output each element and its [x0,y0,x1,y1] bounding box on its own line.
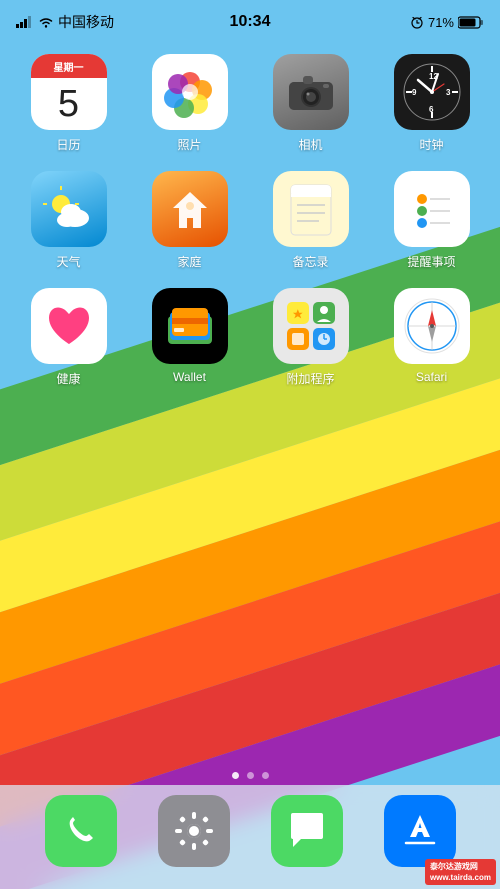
reminders-glyph-icon [406,181,458,237]
safari-label: Safari [416,370,447,384]
weather-icon[interactable] [31,171,107,247]
svg-text:6: 6 [429,105,434,114]
battery-percent: 71% [428,15,454,30]
wallet-glyph-icon [160,296,220,356]
home-icon[interactable] [152,171,228,247]
camera-glyph-icon [287,72,335,112]
app-calendar[interactable]: 星期一 5 日历 [12,54,125,153]
app-home[interactable]: 家庭 [133,171,246,270]
notes-icon[interactable] [273,171,349,247]
calendar-label: 日历 [56,136,80,153]
wallet-label: Wallet [173,370,206,384]
app-reminders[interactable]: 提醒事项 [375,171,488,270]
appstore-dock-icon[interactable] [384,795,456,867]
notes-glyph-icon [285,181,337,237]
dot-3 [262,772,269,779]
dot-1 [232,772,239,779]
app-camera[interactable]: 相机 [254,54,367,153]
calendar-day-label: 星期一 [54,59,84,74]
photos-label: 照片 [177,136,201,153]
app-safari[interactable]: Safari [375,288,488,387]
extras-icon[interactable] [273,288,349,364]
status-bar: 中国移动 10:34 71% [0,0,500,44]
notes-label: 备忘录 [292,253,328,270]
page-dots [0,772,500,779]
camera-icon[interactable] [273,54,349,130]
dock-settings[interactable] [158,795,230,867]
dock-appstore[interactable] [384,795,456,867]
reminders-label: 提醒事项 [407,253,455,270]
messages-dock-icon[interactable] [271,795,343,867]
watermark: 泰尔达游戏网www.tairda.com [425,859,496,885]
wallet-icon[interactable] [152,288,228,364]
app-health[interactable]: 健康 [12,288,125,387]
safari-icon[interactable] [394,288,470,364]
status-right: 71% [410,15,484,30]
health-icon[interactable] [31,288,107,364]
status-time: 10:34 [230,13,271,31]
clock-icon[interactable]: 12 3 6 9 [394,54,470,130]
extras-label: 附加程序 [286,370,334,387]
extras-glyph-icon [281,296,341,356]
dot-2 [247,772,254,779]
svg-text:3: 3 [446,88,451,97]
app-clock[interactable]: 12 3 6 9 时钟 [375,54,488,153]
health-glyph-icon [39,296,99,356]
appstore-glyph-icon [398,809,442,853]
app-photos[interactable]: 照片 [133,54,246,153]
calendar-icon[interactable]: 星期一 5 [31,54,107,130]
carrier-label: 中国移动 [58,12,114,32]
reminders-icon[interactable] [394,171,470,247]
app-wallet[interactable]: Wallet [133,288,246,387]
home-glyph-icon [165,184,215,234]
calendar-date: 5 [58,85,79,123]
clock-face-icon: 12 3 6 9 [402,62,462,122]
dock-phone[interactable] [45,795,117,867]
svg-text:9: 9 [412,88,417,97]
safari-glyph-icon [402,296,462,356]
signal-icon [16,16,34,28]
app-weather[interactable]: 天气 [12,171,125,270]
alarm-icon [410,15,424,29]
app-grid: 星期一 5 日历 照片 [0,44,500,397]
settings-dock-icon[interactable] [158,795,230,867]
dock-messages[interactable] [271,795,343,867]
phone-dock-icon[interactable] [45,795,117,867]
status-left: 中国移动 [16,12,114,32]
app-extras[interactable]: 附加程序 [254,288,367,387]
settings-glyph-icon [172,809,216,853]
battery-icon [458,16,484,29]
weather-label: 天气 [56,253,80,270]
clock-label: 时钟 [419,136,443,153]
photos-icon[interactable] [152,54,228,130]
health-label: 健康 [56,370,80,387]
camera-label: 相机 [298,136,322,153]
app-notes[interactable]: 备忘录 [254,171,367,270]
photos-petals-icon [160,62,220,122]
home-label: 家庭 [177,253,201,270]
wifi-icon [38,16,54,28]
messages-glyph-icon [285,809,329,853]
phone-glyph-icon [61,811,101,851]
weather-glyph-icon [39,182,99,237]
